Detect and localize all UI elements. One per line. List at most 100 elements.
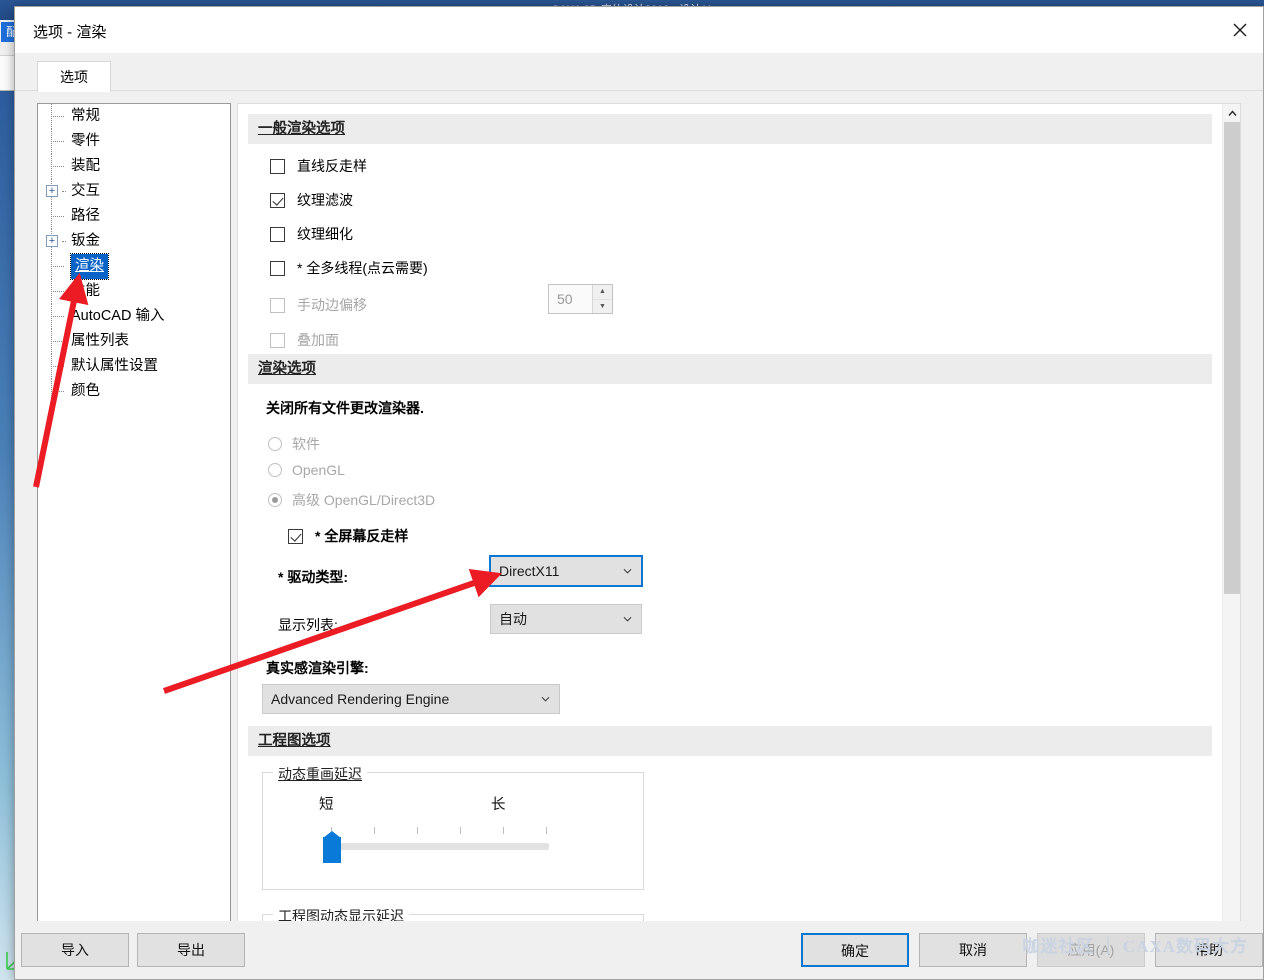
- section-header-render-options: 渲染选项: [248, 354, 1212, 384]
- checkbox-fullscreen-antialias-label: * 全屏幕反走样: [315, 528, 409, 544]
- group-dynamic-redraw-delay: 动态重画延迟 短 长: [262, 764, 644, 890]
- dialog-tab-strip: 选项: [15, 53, 1263, 92]
- slider-max-label: 长: [491, 797, 506, 813]
- radio-software-label: 软件: [292, 436, 320, 452]
- radio-software-button: [268, 437, 282, 451]
- render-engine-label: 真实感渲染引擎:: [266, 660, 369, 676]
- dialog-title-bar: 选项 - 渲染: [15, 7, 1263, 53]
- options-dialog: 选项 - 渲染 选项 常规零件装配 + 交互路径 + 钣金 渲染 性能 AutoCAD 输入属…: [14, 6, 1264, 980]
- checkbox-full-multithread[interactable]: * 全多线程(点云需要): [270, 258, 428, 278]
- tree-connector-dots: [51, 291, 64, 292]
- export-button[interactable]: 导出: [137, 933, 245, 967]
- edge-offset-value: 50: [557, 291, 573, 307]
- radio-software: 软件: [268, 434, 320, 454]
- tree-expander-icon[interactable]: +: [46, 185, 58, 197]
- checkbox-texture-filter-label: 纹理滤波: [297, 192, 353, 208]
- dialog-title: 选项 - 渲染: [33, 24, 107, 41]
- options-content-pane: 一般渲染选项 直线反走样 纹理滤波 纹理细化 * 全多线程(点云需要) 手动边偏…: [237, 103, 1241, 948]
- tree-item-label: 颜色: [71, 383, 100, 399]
- tree-connector-dots: [51, 116, 64, 117]
- tab-options[interactable]: 选项: [37, 61, 111, 92]
- tree-connector-dots: [51, 216, 64, 217]
- tree-item-label: 常规: [71, 108, 100, 124]
- checkbox-fullscreen-antialias[interactable]: * 全屏幕反走样: [288, 526, 408, 546]
- checkbox-manual-edge-offset: 手动边偏移: [270, 295, 367, 315]
- content-vertical-scrollbar[interactable]: [1222, 104, 1240, 947]
- tree-item-11[interactable]: 颜色: [38, 379, 230, 404]
- tree-connector-dots: [51, 166, 64, 167]
- tree-expander-icon[interactable]: +: [46, 235, 58, 247]
- tree-item-label: 属性列表: [71, 333, 129, 349]
- tree-item-4[interactable]: 路径: [38, 204, 230, 229]
- display-list-value: 自动: [499, 611, 527, 627]
- scroll-up-icon[interactable]: [1223, 104, 1240, 122]
- driver-type-label: * 驱动类型:: [278, 569, 348, 585]
- render-engine-value: Advanced Rendering Engine: [271, 691, 450, 707]
- checkbox-line-antialias[interactable]: 直线反走样: [270, 156, 367, 176]
- tree-item-label: 渲染: [70, 253, 109, 280]
- checkbox-texture-filter-box[interactable]: [270, 193, 285, 208]
- checkbox-fullscreen-antialias-box[interactable]: [288, 529, 303, 544]
- checkbox-texture-refine-label: 纹理细化: [297, 226, 353, 242]
- tree-item-7[interactable]: 性能: [38, 279, 230, 304]
- tree-connector-dots: [62, 191, 66, 192]
- checkbox-manual-edge-offset-box: [270, 298, 285, 313]
- tree-item-label: 装配: [71, 158, 100, 174]
- dynamic-redraw-slider-thumb[interactable]: [323, 831, 341, 863]
- checkbox-full-multithread-label: * 全多线程(点云需要): [297, 260, 428, 276]
- render-engine-select[interactable]: Advanced Rendering Engine: [262, 684, 560, 714]
- checkbox-texture-filter[interactable]: 纹理滤波: [270, 190, 353, 210]
- dialog-page: 常规零件装配 + 交互路径 + 钣金 渲染 性能 AutoCAD 输入 属性列表默认属性设置颜色…: [15, 91, 1263, 979]
- import-button[interactable]: 导入: [21, 933, 129, 967]
- scrollbar-thumb[interactable]: [1224, 122, 1240, 594]
- cancel-button[interactable]: 取消: [919, 933, 1027, 967]
- options-category-tree[interactable]: 常规零件装配 + 交互路径 + 钣金 渲染 性能 AutoCAD 输入 属性列表默认属性设置颜色: [37, 103, 231, 948]
- radio-opengl-button: [268, 463, 282, 477]
- display-list-select[interactable]: 自动: [490, 604, 642, 634]
- dynamic-redraw-slider-track[interactable]: [331, 843, 549, 850]
- group-dynamic-redraw-delay-title: 动态重画延迟: [273, 764, 367, 784]
- edge-offset-stepper-buttons: ▲ ▼: [592, 285, 612, 313]
- checkbox-texture-refine[interactable]: 纹理细化: [270, 224, 353, 244]
- checkbox-texture-refine-box[interactable]: [270, 227, 285, 242]
- checkbox-line-antialias-box[interactable]: [270, 159, 285, 174]
- tree-item-6[interactable]: 渲染: [38, 253, 230, 280]
- slider-min-label: 短: [319, 797, 334, 813]
- tree-item-label: 交互: [71, 183, 100, 199]
- checkbox-overlay-face-box: [270, 333, 285, 348]
- options-content: 一般渲染选项 直线反走样 纹理滤波 纹理细化 * 全多线程(点云需要) 手动边偏…: [238, 104, 1222, 947]
- chevron-down-icon: [541, 696, 550, 702]
- tree-item-9[interactable]: 属性列表: [38, 329, 230, 354]
- radio-advanced-opengl-direct3d-label: 高级 OpenGL/Direct3D: [292, 492, 436, 508]
- checkbox-manual-edge-offset-label: 手动边偏移: [297, 297, 367, 313]
- radio-opengl-label: OpenGL: [292, 462, 345, 478]
- tree-connector-dots: [51, 366, 64, 367]
- driver-type-value: DirectX11: [499, 563, 560, 579]
- chevron-down-icon: [623, 616, 632, 622]
- ok-button[interactable]: 确定: [801, 933, 909, 967]
- checkbox-full-multithread-box[interactable]: [270, 261, 285, 276]
- section-header-drawing-options: 工程图选项: [248, 726, 1212, 756]
- radio-advanced-opengl-direct3d-button: [268, 493, 282, 507]
- tree-connector-dots: [51, 266, 64, 267]
- tree-item-10[interactable]: 默认属性设置: [38, 354, 230, 379]
- checkbox-line-antialias-label: 直线反走样: [297, 158, 367, 174]
- tree-item-label: 零件: [71, 133, 100, 149]
- tree-connector-dots: [51, 316, 64, 317]
- tree-connector-dots: [51, 341, 64, 342]
- tree-item-1[interactable]: 零件: [38, 129, 230, 154]
- tree-item-8[interactable]: AutoCAD 输入: [38, 304, 230, 329]
- tree-item-label: AutoCAD 输入: [71, 308, 165, 324]
- render-options-note: 关闭所有文件更改渲染器.: [266, 400, 424, 416]
- tree-item-label: 路径: [71, 208, 100, 224]
- tree-item-0[interactable]: 常规: [38, 104, 230, 129]
- tree-item-5[interactable]: + 钣金: [38, 229, 230, 254]
- driver-type-select[interactable]: DirectX11: [489, 555, 643, 587]
- slider-ticks: [331, 827, 547, 834]
- edge-offset-stepper: 50 ▲ ▼: [548, 284, 613, 314]
- tree-item-3[interactable]: + 交互: [38, 179, 230, 204]
- close-icon[interactable]: [1217, 7, 1263, 53]
- tree-item-2[interactable]: 装配: [38, 154, 230, 179]
- section-header-general-render: 一般渲染选项: [248, 114, 1212, 144]
- checkbox-overlay-face-label: 叠加面: [297, 332, 339, 348]
